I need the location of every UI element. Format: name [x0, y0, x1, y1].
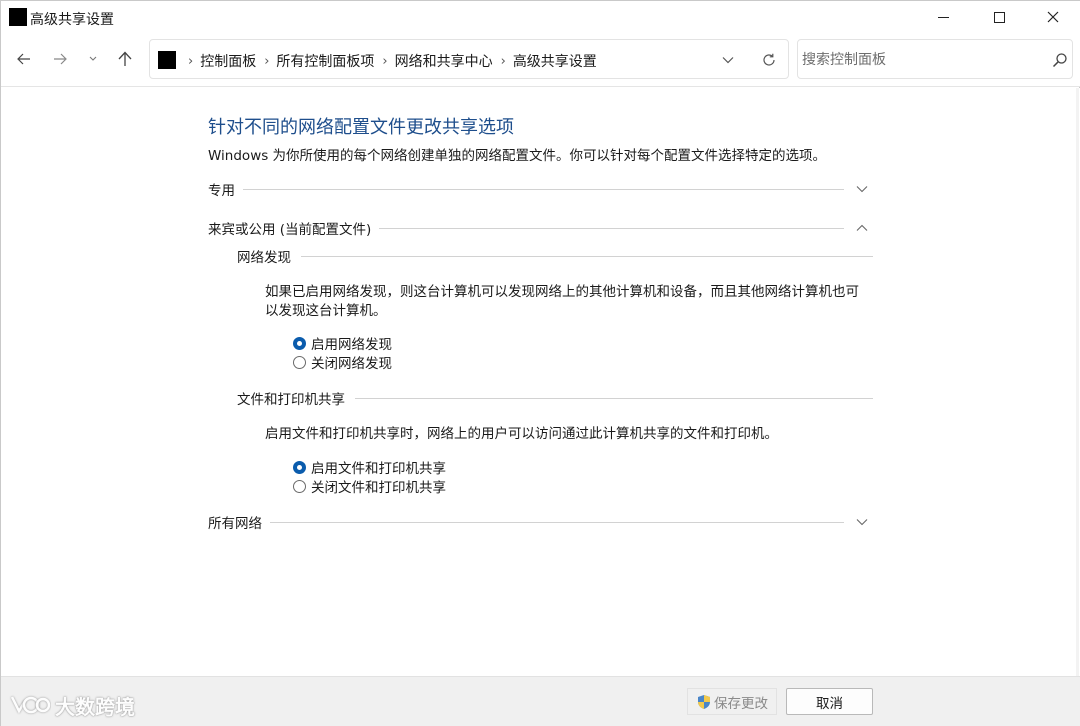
back-arrow-icon [17, 53, 30, 65]
search-input[interactable] [802, 49, 1042, 71]
radio-label[interactable]: 启用网络发现 [311, 333, 392, 353]
up-arrow-icon [118, 51, 132, 66]
app-icon [9, 8, 27, 26]
breadcrumb-control-panel[interactable]: 控制面板 [200, 51, 256, 71]
save-changes-button[interactable]: 保存更改 [687, 688, 777, 715]
section-all-networks-label: 所有网络 [208, 516, 262, 532]
close-icon [1047, 11, 1059, 23]
search-icon[interactable] [1052, 52, 1068, 68]
divider [355, 397, 873, 399]
divider [243, 188, 844, 190]
shield-icon [698, 694, 710, 709]
section-guest-public-label: 来宾或公用 (当前配置文件) [208, 222, 372, 238]
radio-button[interactable] [293, 355, 306, 369]
section-private-label: 专用 [208, 183, 235, 199]
address-dropdown-button[interactable] [720, 52, 736, 68]
subsection-file-printer-sharing: 文件和打印机共享 [237, 388, 873, 408]
divider [379, 227, 844, 229]
expand-private-button[interactable] [856, 183, 868, 195]
radio-label[interactable]: 启用文件和打印机共享 [311, 457, 446, 477]
save-changes-label: 保存更改 [714, 695, 768, 712]
chevron-down-icon [722, 57, 734, 64]
address-bar[interactable]: › 控制面板 › 所有控制面板项 › 网络和共享中心 › 高级共享设置 [149, 39, 789, 79]
radio-button[interactable] [293, 479, 306, 493]
maximize-button[interactable] [976, 1, 1022, 33]
control-panel-window: 高级共享设置 › 控制面板 › 所有控制面板项 › 网络和共享中心 › 高级共享… [0, 0, 1080, 726]
divider [270, 521, 844, 523]
close-button[interactable] [1030, 1, 1076, 33]
forward-arrow-icon [54, 53, 67, 65]
search-box[interactable] [797, 39, 1073, 79]
breadcrumb-separator: › [264, 53, 270, 69]
radio-label[interactable]: 关闭网络发现 [311, 352, 392, 372]
breadcrumb-advanced-sharing[interactable]: 高级共享设置 [513, 51, 597, 71]
breadcrumb-network-sharing-center[interactable]: 网络和共享中心 [395, 51, 493, 71]
up-button[interactable] [111, 47, 139, 71]
recent-locations-button[interactable] [79, 47, 107, 71]
navigation-bar: › 控制面板 › 所有控制面板项 › 网络和共享中心 › 高级共享设置 [1, 35, 1080, 87]
refresh-button[interactable] [760, 51, 778, 69]
scrollbar-track [1076, 88, 1079, 676]
refresh-icon [763, 53, 775, 66]
network-discovery-description: 如果已启用网络发现，则这台计算机可以发现网络上的其他计算机和设备，而且其他网络计… [265, 284, 859, 319]
radio-disable-file-printer-sharing[interactable]: 关闭文件和打印机共享 [293, 476, 446, 496]
radio-enable-network-discovery[interactable]: 启用网络发现 [293, 333, 392, 353]
radio-label[interactable]: 关闭文件和打印机共享 [311, 476, 446, 496]
breadcrumb: › 控制面板 › 所有控制面板项 › 网络和共享中心 › 高级共享设置 [180, 51, 597, 71]
breadcrumb-separator: › [382, 53, 388, 69]
chevron-down-icon [89, 56, 97, 61]
page-title: 针对不同的网络配置文件更改共享选项 [208, 117, 514, 138]
footer-bar: 保存更改 取消 [1, 676, 1080, 726]
divider [301, 255, 873, 257]
minimize-button[interactable] [920, 1, 966, 33]
watermark-logo-icon [10, 695, 51, 714]
section-private[interactable]: 专用 [208, 178, 868, 200]
network-discovery-title: 网络发现 [237, 250, 291, 266]
window-title: 高级共享设置 [30, 12, 114, 28]
radio-disable-network-discovery[interactable]: 关闭网络发现 [293, 352, 392, 372]
title-bar: 高级共享设置 [1, 1, 1080, 35]
radio-enable-file-printer-sharing[interactable]: 启用文件和打印机共享 [293, 457, 446, 477]
breadcrumb-all-items[interactable]: 所有控制面板项 [276, 51, 374, 71]
control-panel-icon [158, 51, 176, 69]
radio-button-selected[interactable] [293, 460, 306, 474]
page-description: Windows 为你所使用的每个网络创建单独的网络配置文件。你可以针对每个配置文… [208, 148, 827, 164]
expand-all-networks-button[interactable] [856, 516, 868, 528]
watermark-text: 大数跨境 [55, 695, 135, 719]
section-guest-public[interactable]: 来宾或公用 (当前配置文件) [208, 217, 868, 239]
file-printer-sharing-title: 文件和打印机共享 [237, 392, 345, 408]
watermark: 大数跨境 [9, 691, 135, 720]
back-button[interactable] [10, 47, 38, 71]
cancel-button[interactable]: 取消 [786, 688, 873, 715]
chevron-down-icon [856, 519, 868, 526]
forward-button[interactable] [46, 47, 74, 71]
main-content: 针对不同的网络配置文件更改共享选项 Windows 为你所使用的每个网络创建单独… [1, 88, 1080, 676]
maximize-icon [993, 11, 1005, 23]
radio-button-selected[interactable] [293, 336, 306, 350]
subsection-network-discovery: 网络发现 [237, 246, 873, 266]
breadcrumb-separator: › [188, 53, 194, 69]
file-printer-sharing-description: 启用文件和打印机共享时，网络上的用户可以访问通过此计算机共享的文件和打印机。 [265, 426, 778, 442]
section-all-networks[interactable]: 所有网络 [208, 511, 868, 533]
breadcrumb-separator: › [500, 53, 506, 69]
chevron-up-icon [856, 224, 868, 231]
minimize-icon [937, 16, 949, 18]
collapse-guest-public-button[interactable] [856, 222, 868, 234]
chevron-down-icon [856, 186, 868, 193]
